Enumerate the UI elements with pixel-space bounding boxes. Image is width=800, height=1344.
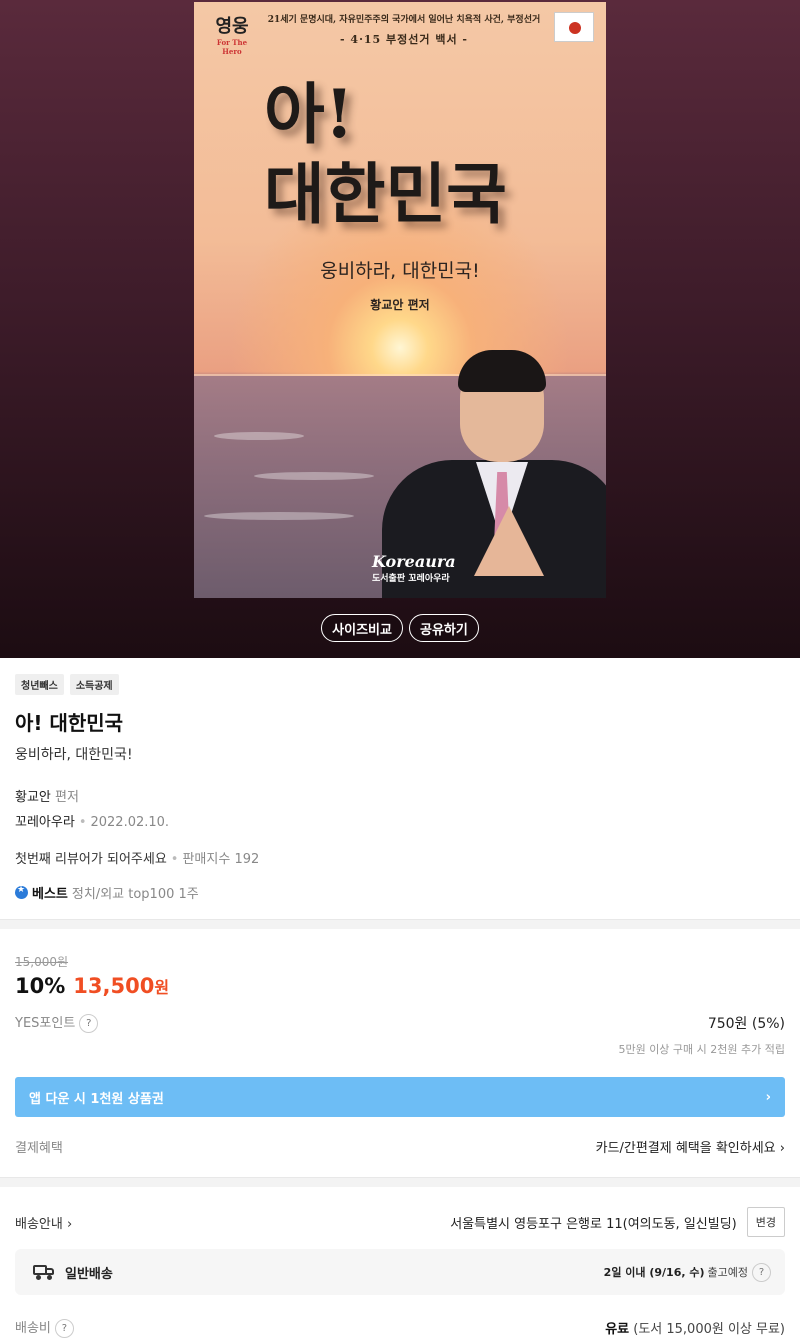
truck-icon <box>33 1265 55 1280</box>
cover-top-text: 21세기 문명시대, 자유민주주의 국가에서 일어난 치욕적 사건, 부정선거 … <box>267 15 541 46</box>
benefit-link[interactable]: 카드/간편결제 혜택을 확인하세요 › <box>596 1137 785 1156</box>
first-review-link[interactable]: 첫번째 리뷰어가 되어주세요 <box>15 852 167 867</box>
hero-section: 영웅 For The Hero 21세기 문명시대, 자유민주주의 국가에서 일… <box>0 0 800 658</box>
badge-youth-pass: 청년빼스 <box>15 674 64 695</box>
section-divider <box>0 919 800 929</box>
badge-list: 청년빼스 소득공제 <box>15 674 785 695</box>
delivery-type-box: 일반배송 2일 이내 (9/16, 수) 출고예정? <box>15 1249 785 1295</box>
seal-logo <box>554 12 594 42</box>
cover-title: 아! 대한민국 <box>264 75 507 233</box>
publisher-logo: 영웅 For The Hero <box>215 16 249 56</box>
shipping-fee-row: 배송비? 유료 (도서 15,000원 이상 무료) <box>15 1317 785 1338</box>
banner-text: 앱 다운 시 1천원 상품권 <box>29 1091 164 1107</box>
cover-brand: Koreaura 도서출판 꼬레아우라 <box>372 552 456 584</box>
points-value: 750원 (5%) <box>707 1015 785 1032</box>
cover-author: 황교안 편저 <box>370 298 430 312</box>
best-category: 정치/외교 top100 1주 <box>71 887 199 902</box>
section-divider <box>0 1177 800 1187</box>
points-row: YES포인트? 750원 (5%) <box>15 1012 785 1033</box>
wave <box>214 432 304 440</box>
product-title: 아! 대한민국 <box>15 711 124 735</box>
fee-label: 배송비 <box>15 1321 51 1336</box>
payment-benefit-row: 결제혜택 카드/간편결제 혜택을 확인하세요 › <box>15 1137 785 1156</box>
product-info: 청년빼스 소득공제 아! 대한민국 웅비하라, 대한민국! 황교안 편저 꼬레아… <box>0 658 800 902</box>
share-button[interactable]: 공유하기 <box>408 614 479 642</box>
best-label: 베스트 <box>32 887 68 902</box>
points-note: 5만원 이상 구매 시 2천원 추가 적립 <box>618 1043 785 1056</box>
delivery-type: 일반배송 <box>65 1266 113 1282</box>
sale-price-row: 10% 13,500원 <box>15 974 785 998</box>
publish-date: 2022.02.10. <box>90 815 170 830</box>
question-icon[interactable]: ? <box>54 1319 74 1338</box>
size-compare-button[interactable]: 사이즈비교 <box>321 614 403 642</box>
points-label: YES포인트 <box>15 1016 76 1031</box>
review-row: 첫번째 리뷰어가 되어주세요 • 판매지수 192 <box>15 852 260 867</box>
book-cover-image[interactable]: 영웅 For The Hero 21세기 문명시대, 자유민주주의 국가에서 일… <box>194 2 606 598</box>
chevron-right-icon: › <box>779 1141 785 1156</box>
delivery-eta: 2일 이내 (9/16, 수) 출고예정? <box>604 1262 771 1282</box>
benefit-label: 결제혜택 <box>15 1141 63 1156</box>
publisher-link[interactable]: 꼬레아우라 <box>15 815 75 830</box>
shipping-section: 배송안내 › 서울특별시 영등포구 은행로 11(여의도동, 일신빌딩) 변경 … <box>0 1187 800 1338</box>
sale-price: 13,500원 <box>73 974 170 998</box>
shipping-address: 서울특별시 영등포구 은행로 11(여의도동, 일신빌딩) <box>450 1216 737 1232</box>
change-address-button[interactable]: 변경 <box>746 1207 785 1237</box>
best-row[interactable]: 베스트 정치/외교 top100 1주 <box>15 883 785 902</box>
app-coupon-banner[interactable]: 앱 다운 시 1천원 상품권 › <box>15 1077 785 1117</box>
chevron-right-icon: › <box>765 1089 771 1105</box>
original-price: 15,000원 <box>15 955 69 969</box>
fee-value: 유료 (도서 15,000원 이상 무료) <box>605 1322 785 1337</box>
discount-rate: 10% <box>15 974 66 998</box>
author-role: 편저 <box>55 790 79 805</box>
wave <box>254 472 374 480</box>
shipping-info-link[interactable]: 배송안내 › <box>15 1213 72 1232</box>
price-section: 15,000원 10% 13,500원 YES포인트? 750원 (5%) 5만… <box>0 929 800 1156</box>
author-link[interactable]: 황교안 <box>15 790 51 805</box>
sales-index: 판매지수 192 <box>182 852 260 867</box>
chevron-right-icon: › <box>66 1216 73 1232</box>
author-row: 황교안 편저 <box>15 786 785 805</box>
shipping-row: 배송안내 › 서울특별시 영등포구 은행로 11(여의도동, 일신빌딩) 변경 <box>15 1207 785 1237</box>
product-subtitle: 웅비하라, 대한민국! <box>15 747 133 763</box>
cover-subtitle: 웅비하라, 대한민국! <box>320 260 480 282</box>
badge-tax-deduction: 소득공제 <box>69 674 119 695</box>
best-ribbon-icon <box>15 885 28 899</box>
author-portrait <box>382 350 606 598</box>
question-icon[interactable]: ? <box>79 1014 99 1033</box>
question-icon[interactable]: ? <box>752 1262 771 1282</box>
publisher-row: 꼬레아우라 • 2022.02.10. <box>15 815 170 830</box>
wave <box>204 512 354 520</box>
